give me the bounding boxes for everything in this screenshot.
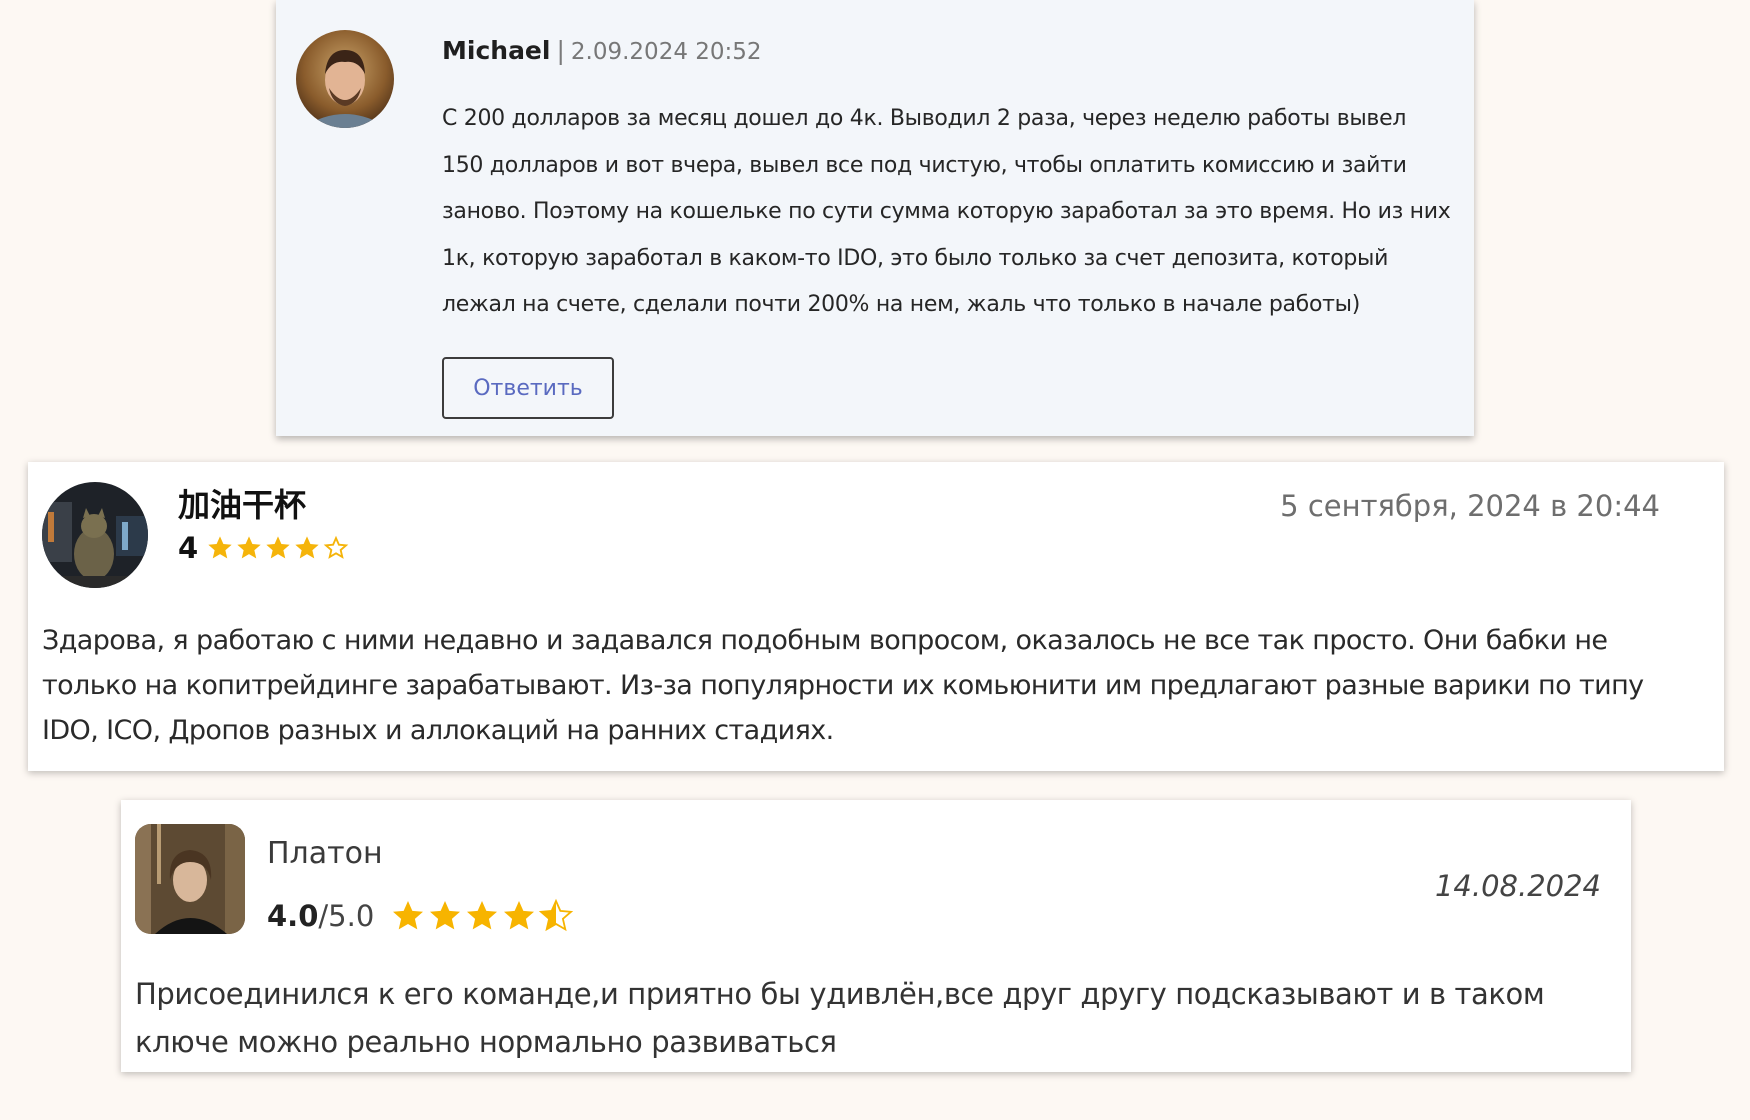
rating-max: /5.0 xyxy=(318,899,375,933)
comment-date: 2.09.2024 20:52 xyxy=(570,39,762,65)
star-filled-icon xyxy=(393,901,424,930)
star-half-icon xyxy=(539,898,574,932)
review-text: Здарова, я работаю с ними недавно и зада… xyxy=(42,625,1644,746)
comment-text: С 200 долларов за месяц дошел до 4к. Выв… xyxy=(442,106,1451,317)
rating-value: 4.0 xyxy=(267,899,319,933)
review-card-jiayou: 加油干杯 4 5 сентября, 2024 в 20:44 Здарова,… xyxy=(28,462,1724,771)
star-filled-icon xyxy=(504,901,535,930)
review-date: 5 сентября, 2024 в 20:44 xyxy=(1280,489,1660,523)
review-card-platon: Платон 4.0 /5.0 14.08.2024 Присоединился… xyxy=(121,800,1631,1072)
star-filled-icon xyxy=(295,536,319,559)
review-text: Присоединился к его команде,и приятно бы… xyxy=(135,977,1545,1059)
reply-button[interactable]: Ответить xyxy=(442,357,614,419)
comment-card-michael: Michael | 2.09.2024 20:52 С 200 долларов з… xyxy=(276,0,1474,436)
rating-value: 4 xyxy=(178,531,199,565)
review-date: 14.08.2024 xyxy=(1434,869,1601,903)
star-filled-icon xyxy=(467,901,498,930)
star-filled-icon xyxy=(237,536,261,559)
star-empty-icon xyxy=(323,535,349,559)
star-filled-icon xyxy=(430,901,461,930)
avatar xyxy=(296,30,394,128)
star-filled-icon xyxy=(208,536,232,559)
star-rating xyxy=(206,534,351,562)
author-name: 加油干杯 xyxy=(178,486,307,524)
rating: 4.0 /5.0 xyxy=(267,894,575,938)
comment-header: Michael | 2.09.2024 20:52 xyxy=(442,34,762,69)
header-separator: | xyxy=(556,36,565,65)
star-rating xyxy=(390,898,575,934)
avatar xyxy=(42,482,148,588)
author-name: Платон xyxy=(267,836,383,871)
rating: 4 xyxy=(178,530,351,566)
avatar xyxy=(135,824,245,934)
star-filled-icon xyxy=(266,536,290,559)
author-name: Michael xyxy=(442,36,551,65)
